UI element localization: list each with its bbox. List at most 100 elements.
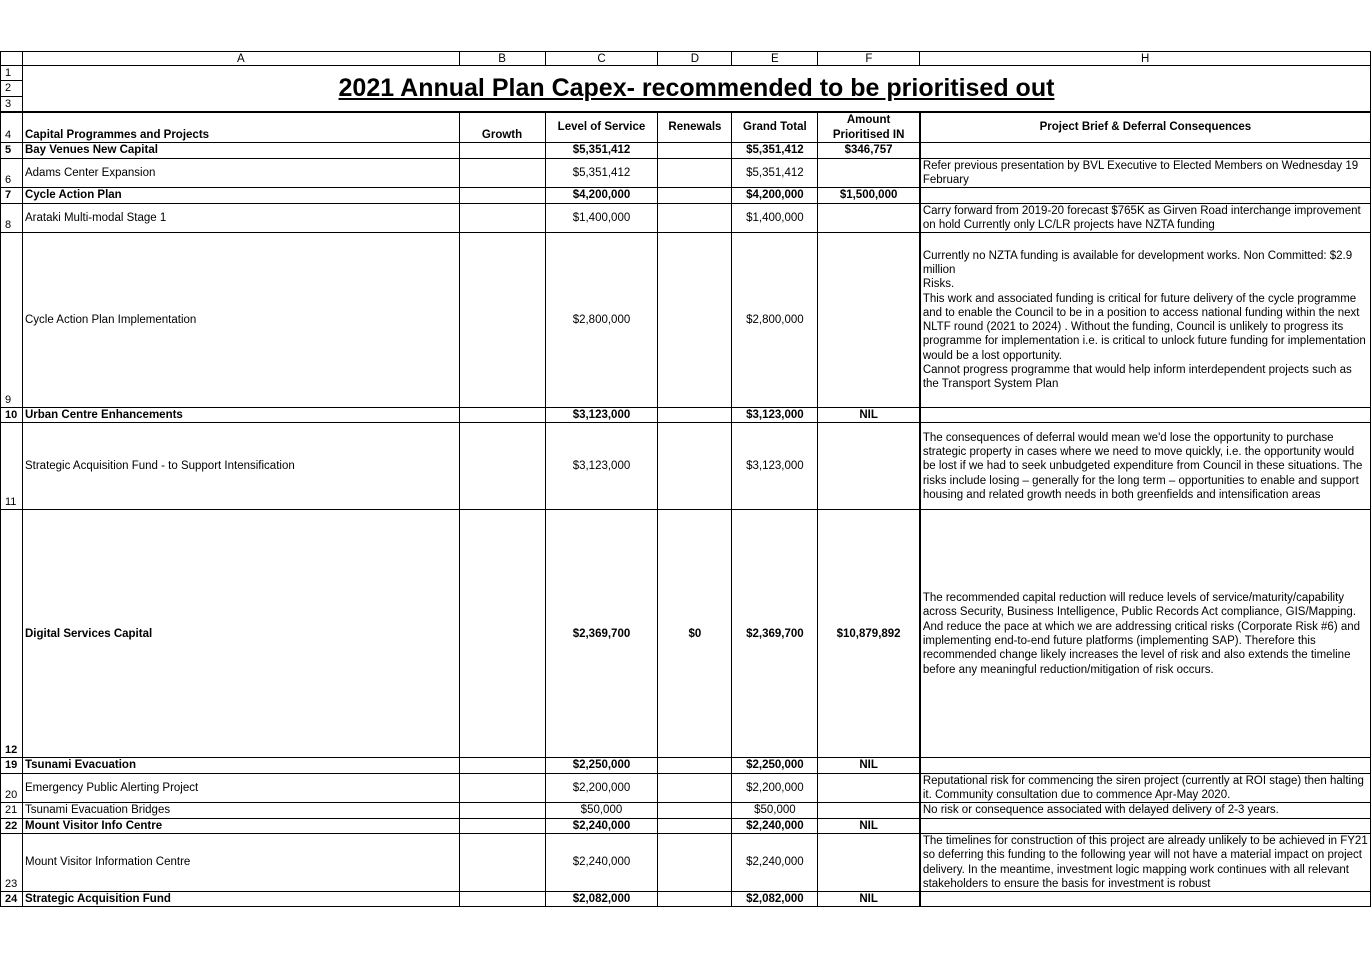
renewals-cell[interactable] <box>657 232 733 409</box>
renewals-cell[interactable] <box>657 802 733 819</box>
level-of-service-cell[interactable]: $2,250,000 <box>544 757 659 774</box>
level-of-service-cell[interactable]: $4,200,000 <box>544 187 659 204</box>
row-number[interactable]: 9 <box>0 232 23 409</box>
growth-cell[interactable] <box>458 157 546 189</box>
row-number[interactable]: 24 <box>0 891 23 908</box>
project-cell[interactable]: Mount Visitor Information Centre <box>21 832 460 893</box>
brief-cell[interactable]: Currently no NZTA funding is available f… <box>918 232 1371 409</box>
brief-cell[interactable]: Reputational risk for commencing the sir… <box>918 772 1371 804</box>
growth-cell[interactable] <box>458 202 546 234</box>
renewals-cell[interactable] <box>657 187 733 204</box>
brief-cell[interactable] <box>918 891 1371 908</box>
row-number[interactable]: 20 <box>0 772 23 804</box>
level-of-service-cell[interactable]: $2,240,000 <box>544 817 659 834</box>
prioritised-in-cell[interactable] <box>817 422 921 511</box>
growth-cell[interactable] <box>458 187 546 204</box>
level-of-service-cell[interactable]: $3,123,000 <box>544 422 659 511</box>
renewals-cell[interactable] <box>657 772 733 804</box>
renewals-cell[interactable] <box>657 407 733 424</box>
grand-total-cell[interactable]: $50,000 <box>731 802 819 819</box>
prioritised-in-cell[interactable]: $10,879,892 <box>817 509 921 759</box>
renewals-cell[interactable] <box>657 142 733 159</box>
column-header-c[interactable]: C <box>544 51 659 66</box>
row-number[interactable]: 4 <box>0 110 23 144</box>
grand-total-cell[interactable]: $3,123,000 <box>731 422 819 511</box>
prioritised-in-cell[interactable] <box>817 232 921 409</box>
grand-total-cell[interactable]: $2,240,000 <box>731 817 819 834</box>
growth-cell[interactable] <box>458 142 546 159</box>
column-header-a[interactable]: A <box>21 51 460 66</box>
renewals-cell[interactable] <box>657 891 733 908</box>
column-header-d[interactable]: D <box>657 51 733 66</box>
brief-cell[interactable]: Refer previous presentation by BVL Execu… <box>918 157 1371 189</box>
grand-total-cell[interactable]: $5,351,412 <box>731 142 819 159</box>
corner-cell[interactable] <box>0 51 23 66</box>
prioritised-in-cell[interactable] <box>817 832 921 893</box>
column-header-f[interactable]: F <box>817 51 921 66</box>
brief-cell[interactable]: The recommended capital reduction will r… <box>918 509 1371 759</box>
renewals-cell[interactable] <box>657 202 733 234</box>
prioritised-in-cell[interactable]: NIL <box>817 757 921 774</box>
renewals-cell[interactable] <box>657 817 733 834</box>
row-number[interactable]: 23 <box>0 832 23 893</box>
row-number[interactable]: 19 <box>0 757 23 774</box>
level-of-service-cell[interactable]: $2,800,000 <box>544 232 659 409</box>
prioritised-in-cell[interactable]: NIL <box>817 817 921 834</box>
growth-cell[interactable] <box>458 422 546 511</box>
prioritised-in-cell[interactable]: $346,757 <box>817 142 921 159</box>
growth-cell[interactable] <box>458 772 546 804</box>
column-header-e[interactable]: E <box>731 51 819 66</box>
project-cell[interactable]: Arataki Multi-modal Stage 1 <box>21 202 460 234</box>
brief-cell[interactable] <box>918 187 1371 204</box>
brief-cell[interactable]: No risk or consequence associated with d… <box>918 802 1371 819</box>
growth-cell[interactable] <box>458 232 546 409</box>
level-of-service-cell[interactable]: $3,123,000 <box>544 407 659 424</box>
row-number[interactable]: 8 <box>0 202 23 234</box>
row-number[interactable]: 11 <box>0 422 23 511</box>
level-of-service-cell[interactable]: $1,400,000 <box>544 202 659 234</box>
grand-total-cell[interactable]: $2,250,000 <box>731 757 819 774</box>
growth-cell[interactable] <box>458 407 546 424</box>
growth-cell[interactable] <box>458 891 546 908</box>
renewals-cell[interactable] <box>657 422 733 511</box>
level-of-service-cell[interactable]: $2,200,000 <box>544 772 659 804</box>
row-number[interactable]: 6 <box>0 157 23 189</box>
growth-cell[interactable] <box>458 802 546 819</box>
grand-total-cell[interactable]: $2,800,000 <box>731 232 819 409</box>
column-header-b[interactable]: B <box>458 51 546 66</box>
grand-total-cell[interactable]: $5,351,412 <box>731 157 819 189</box>
renewals-cell[interactable] <box>657 757 733 774</box>
prioritised-in-cell[interactable]: NIL <box>817 407 921 424</box>
project-cell[interactable]: Urban Centre Enhancements <box>21 407 460 424</box>
prioritised-in-cell[interactable] <box>817 802 921 819</box>
level-of-service-cell[interactable]: $50,000 <box>544 802 659 819</box>
project-cell[interactable]: Mount Visitor Info Centre <box>21 817 460 834</box>
brief-cell[interactable] <box>918 757 1371 774</box>
row-number[interactable]: 10 <box>0 407 23 424</box>
prioritised-in-cell[interactable]: $1,500,000 <box>817 187 921 204</box>
growth-cell[interactable] <box>458 832 546 893</box>
row-number[interactable]: 12 <box>0 509 23 759</box>
project-cell[interactable]: Tsunami Evacuation <box>21 757 460 774</box>
brief-cell[interactable] <box>918 407 1371 424</box>
level-of-service-cell[interactable]: $5,351,412 <box>544 142 659 159</box>
level-of-service-cell[interactable]: $2,240,000 <box>544 832 659 893</box>
grand-total-cell[interactable]: $3,123,000 <box>731 407 819 424</box>
brief-cell[interactable]: Carry forward from 2019-20 forecast $765… <box>918 202 1371 234</box>
row-number[interactable]: 22 <box>0 817 23 834</box>
row-number[interactable]: 5 <box>0 142 23 159</box>
grand-total-cell[interactable]: $2,200,000 <box>731 772 819 804</box>
prioritised-in-cell[interactable] <box>817 157 921 189</box>
prioritised-in-cell[interactable] <box>817 772 921 804</box>
grand-total-cell[interactable]: $2,240,000 <box>731 832 819 893</box>
row-number[interactable]: 1 <box>0 64 23 81</box>
project-cell[interactable]: Bay Venues New Capital <box>21 142 460 159</box>
prioritised-in-cell[interactable]: NIL <box>817 891 921 908</box>
column-header-h[interactable]: H <box>919 51 1371 66</box>
project-cell[interactable]: Strategic Acquisition Fund <box>21 891 460 908</box>
growth-cell[interactable] <box>458 817 546 834</box>
project-cell[interactable]: Digital Services Capital <box>21 509 460 759</box>
brief-cell[interactable] <box>918 142 1371 159</box>
row-number[interactable]: 2 <box>0 80 23 97</box>
renewals-cell[interactable]: $0 <box>657 509 733 759</box>
